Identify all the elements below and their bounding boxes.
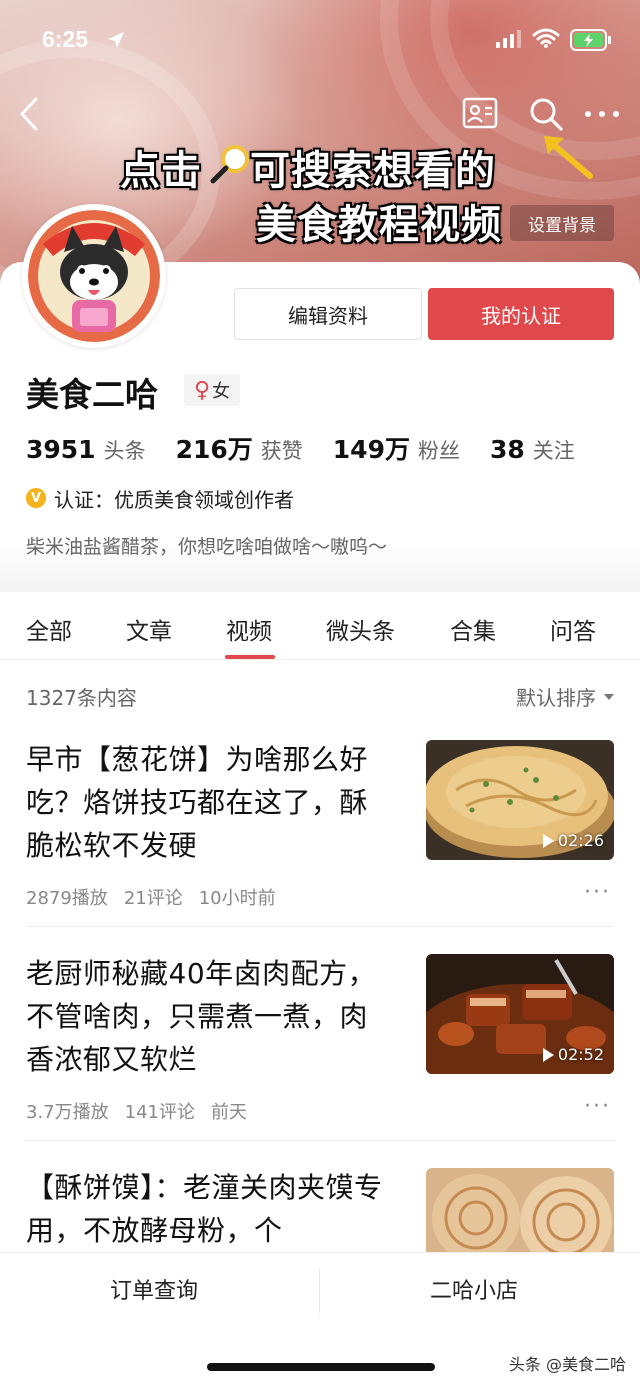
signal-icon — [496, 30, 521, 48]
certification-row: V 认证：优质美食领域创作者 — [26, 484, 294, 512]
bottom-divider — [319, 1269, 320, 1313]
stat-label: 粉丝 — [417, 439, 460, 463]
wifi-icon — [532, 28, 560, 48]
gender-label: 女 — [212, 381, 231, 402]
avatar-image — [28, 210, 160, 342]
item-more-icon[interactable]: ··· — [584, 1094, 611, 1119]
stat-value: 38 — [489, 435, 525, 464]
stat-value: 149万 — [332, 435, 410, 464]
stat-value: 3951 — [26, 435, 96, 464]
sort-dropdown[interactable]: 默认排序 — [516, 682, 614, 711]
sort-label: 默认排序 — [516, 686, 596, 710]
list-item[interactable]: 【酥饼馍】：老潼关肉夹馍专用，不放酵母粉，个 — [0, 1166, 640, 1252]
home-indicator[interactable] — [207, 1363, 435, 1371]
tab-qa[interactable]: 问答 — [550, 612, 596, 646]
comment-count: 141评论 — [124, 1102, 195, 1123]
duration-text: 02:52 — [557, 1045, 604, 1064]
item-meta: 2879播放 21评论 10小时前 — [26, 884, 276, 910]
back-icon[interactable] — [16, 96, 46, 132]
magnifier-icon — [210, 145, 249, 184]
list-item[interactable]: 早市【葱花饼】为啥那么好吃？烙饼技巧都在这了，酥脆松软不发硬 02:26 287… — [0, 738, 640, 928]
item-meta: 3.7万播放 141评论 前天 — [26, 1098, 247, 1124]
stat-label: 关注 — [532, 439, 575, 463]
profile-card-icon[interactable] — [462, 97, 498, 129]
status-time: 6:25 — [42, 26, 89, 52]
pointing-arrow-icon — [544, 136, 593, 179]
item-title[interactable]: 【酥饼馍】：老潼关肉夹馍专用，不放酵母粉，个 — [26, 1166, 396, 1252]
tab-collections[interactable]: 合集 — [450, 612, 496, 646]
stat-likes[interactable]: 216万 获赞 — [176, 430, 303, 466]
play-icon — [542, 833, 554, 848]
divider — [26, 1140, 614, 1141]
list-item[interactable]: 老厨师秘藏40年卤肉配方，不管啥肉，只需煮一煮，肉香浓郁又软烂 02:52 3.… — [0, 952, 640, 1142]
stat-followers[interactable]: 149万 粉丝 — [333, 430, 460, 466]
tab-micro-posts[interactable]: 微头条 — [326, 612, 395, 646]
watermark: 头条 @美食二哈 — [508, 1355, 626, 1374]
edit-profile-button[interactable]: 编辑资料 — [234, 288, 422, 340]
certification-text: 认证：优质美食领域创作者 — [54, 487, 294, 512]
banner-hint-line1: 点击 可搜索想看的 — [120, 138, 496, 196]
profile-name: 美食二哈 — [26, 375, 158, 414]
stat-following[interactable]: 38 关注 — [490, 435, 575, 465]
gender-tag: ♀ 女 — [184, 374, 241, 406]
status-bar: 6:25 — [0, 0, 640, 80]
publish-time: 10小时前 — [198, 888, 276, 909]
tab-videos[interactable]: 视频 — [226, 612, 272, 646]
play-count: 3.7万播放 — [26, 1102, 109, 1123]
hint-text-a: 点击 — [120, 148, 202, 194]
search-icon[interactable] — [528, 96, 564, 132]
set-background-button[interactable]: 设置背景 — [510, 205, 614, 241]
active-tab-indicator — [225, 655, 275, 659]
stat-label: 头条 — [103, 439, 146, 463]
flatbread-image — [426, 1168, 614, 1252]
profile-stats: 3951 头条 216万 获赞 149万 粉丝 38 关注 — [26, 430, 605, 470]
stat-value: 216万 — [175, 435, 253, 464]
video-thumbnail[interactable]: 02:52 — [426, 954, 614, 1074]
stat-label: 获赞 — [260, 439, 303, 463]
duration-text: 02:26 — [557, 831, 604, 850]
play-icon — [542, 1047, 554, 1062]
play-count: 2879播放 — [26, 888, 108, 909]
avatar[interactable] — [22, 204, 166, 348]
list-header: 1327条内容 默认排序 — [0, 660, 640, 730]
content-tabs: 全部 文章 视频 微头条 合集 问答 — [0, 592, 640, 660]
order-query-button[interactable]: 订单查询 — [110, 1273, 198, 1305]
shop-button[interactable]: 二哈小店 — [430, 1273, 518, 1305]
comment-count: 21评论 — [123, 888, 183, 909]
verified-badge-icon: V — [26, 488, 46, 508]
tab-all[interactable]: 全部 — [26, 612, 72, 646]
video-duration: 02:26 — [542, 831, 604, 850]
female-icon: ♀ — [194, 377, 211, 403]
publish-time: 前天 — [211, 1102, 247, 1123]
video-thumbnail[interactable] — [426, 1168, 614, 1252]
husky-avatar-icon — [28, 210, 160, 342]
my-certification-button[interactable]: 我的认证 — [428, 288, 614, 340]
video-thumbnail[interactable]: 02:26 — [426, 740, 614, 860]
tab-articles[interactable]: 文章 — [126, 612, 172, 646]
battery-icon — [570, 29, 611, 51]
stat-posts[interactable]: 3951 头条 — [26, 435, 146, 465]
bottom-bar: 订单查询 二哈小店 头条 @美食二哈 — [0, 1252, 640, 1385]
video-duration: 02:52 — [542, 1045, 604, 1064]
content-count: 1327条内容 — [26, 686, 137, 710]
profile-bio: 柴米油盐酱醋茶，你想吃啥咱做啥～嗷呜～ — [26, 536, 388, 558]
location-arrow-icon — [108, 32, 124, 48]
item-more-icon[interactable]: ··· — [584, 880, 611, 905]
divider — [26, 926, 614, 927]
hint-text-b: 可搜索想看的 — [250, 148, 496, 194]
banner-hint-line2: 美食教程视频 — [256, 202, 502, 248]
item-title[interactable]: 老厨师秘藏40年卤肉配方，不管啥肉，只需煮一煮，肉香浓郁又软烂 — [26, 952, 396, 1081]
more-icon[interactable] — [584, 110, 620, 118]
item-title[interactable]: 早市【葱花饼】为啥那么好吃？烙饼技巧都在这了，酥脆松软不发硬 — [26, 738, 396, 867]
caret-down-icon — [604, 693, 614, 700]
